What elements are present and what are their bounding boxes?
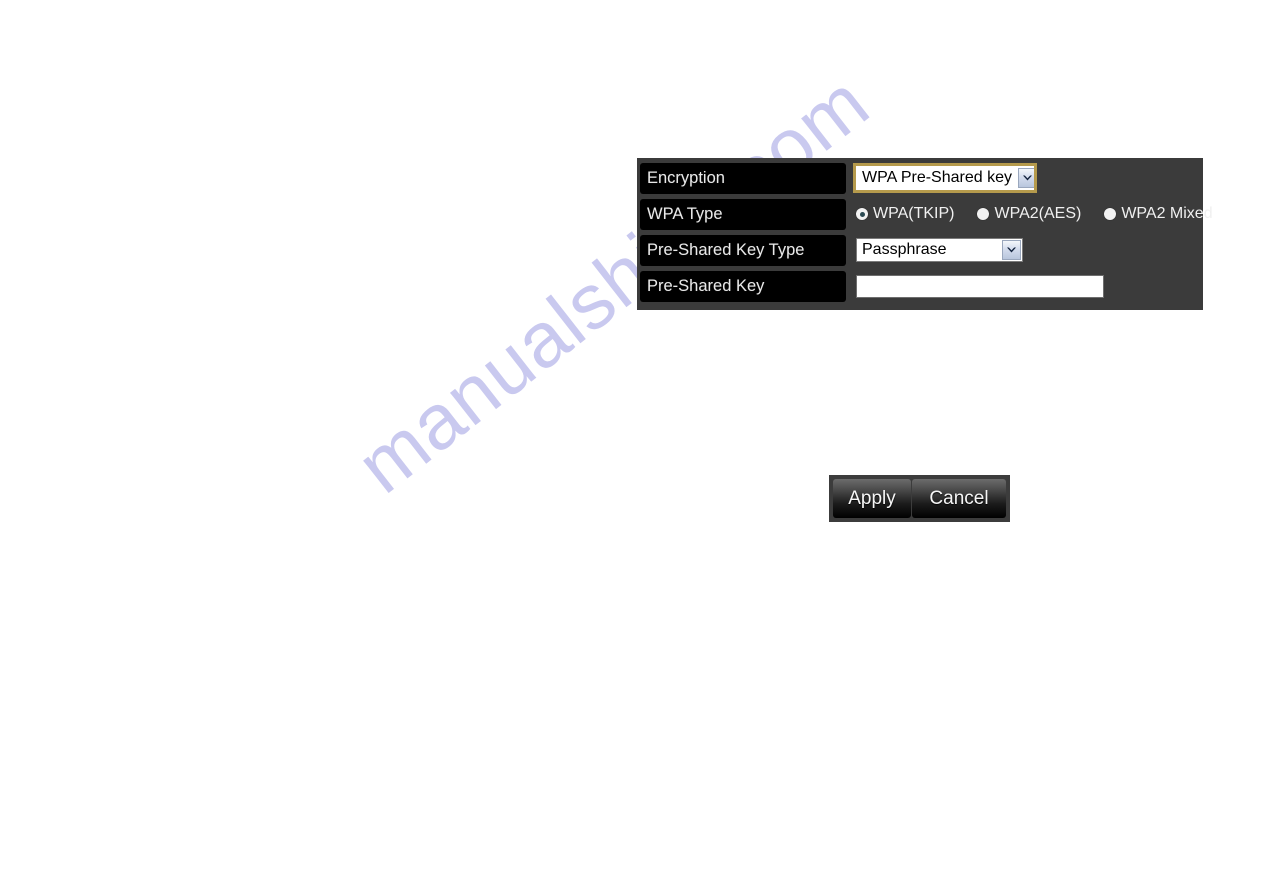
radio-indicator-icon [1104,208,1117,220]
radio-label-wpa2-aes: WPA2(AES) [994,205,1082,222]
encryption-select-value: WPA Pre-Shared key [862,169,1012,186]
label-cell-encryption: Encryption [640,162,846,194]
label-pre-shared-key-type: Pre-Shared Key Type [647,240,805,259]
label-encryption: Encryption [647,168,725,187]
pre-shared-key-input[interactable] [856,274,1104,298]
label-cell-pre-shared-key: Pre-Shared Key [640,270,846,302]
radio-label-wpa2-mixed: WPA2 Mixed [1121,205,1213,222]
radio-option-wpa2-aes[interactable]: WPA2(AES) [977,206,1081,222]
row-pre-shared-key-type: Pre-Shared Key Type Passphrase [637,232,1203,268]
action-button-bar: Apply Cancel [829,475,1010,522]
wpa-type-radio-group: WPA(TKIP) WPA2(AES) WPA2 Mixed [856,206,1213,222]
label-wpa-type: WPA Type [647,204,723,223]
label-cell-wpa-type: WPA Type [640,198,846,230]
radio-label-wpa-tkip: WPA(TKIP) [873,205,955,222]
radio-option-wpa2-mixed[interactable]: WPA2 Mixed [1104,205,1213,222]
label-pre-shared-key: Pre-Shared Key [647,276,765,295]
row-wpa-type: WPA Type WPA(TKIP) WPA2(AES) WPA2 Mixed [637,196,1213,232]
radio-indicator-icon [977,208,990,220]
chevron-down-icon[interactable] [1017,168,1037,188]
pre-shared-key-type-select-value: Passphrase [862,241,947,258]
wpa-settings-panel: Encryption WPA Pre-Shared key WPA Type W… [637,158,1213,310]
field-cell-pre-shared-key [846,268,1203,304]
apply-button[interactable]: Apply [833,479,911,518]
field-cell-pre-shared-key-type: Passphrase [846,232,1203,268]
encryption-select[interactable]: WPA Pre-Shared key [853,163,1037,193]
radio-option-wpa-tkip[interactable]: WPA(TKIP) [856,206,954,222]
radio-indicator-icon [856,208,868,220]
field-cell-encryption: WPA Pre-Shared key [846,160,1203,196]
label-cell-pre-shared-key-type: Pre-Shared Key Type [640,234,846,266]
row-encryption: Encryption WPA Pre-Shared key [637,160,1203,196]
field-cell-wpa-type: WPA(TKIP) WPA2(AES) WPA2 Mixed [846,196,1213,232]
pre-shared-key-type-select[interactable]: Passphrase [856,238,1023,262]
chevron-down-icon[interactable] [1002,240,1021,260]
cancel-button[interactable]: Cancel [912,479,1006,518]
row-pre-shared-key: Pre-Shared Key [637,268,1203,304]
